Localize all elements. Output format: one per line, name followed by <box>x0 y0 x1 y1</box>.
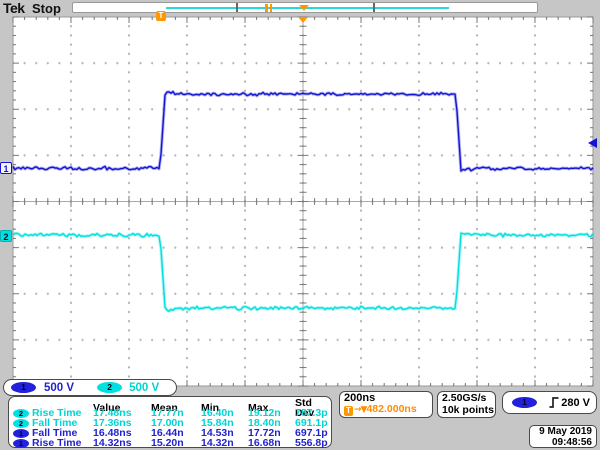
time-value: 09:48:56 <box>530 438 592 449</box>
trigger-position-icon[interactable] <box>299 5 309 11</box>
oscilloscope-screen: Tek Stop T 1 2 1 500 V 2 500 V Value Mea… <box>0 0 600 450</box>
channel1-ground-marker[interactable]: 1 <box>0 162 12 174</box>
record-view-bracket-left[interactable] <box>236 3 238 12</box>
channel2-ground-marker[interactable]: 2 <box>0 230 12 242</box>
sample-rate: 2.50GS/s <box>442 393 495 405</box>
channel2-badge: 2 <box>13 419 29 428</box>
channel2-scale: 500 V <box>129 382 159 394</box>
trigger-level-value: 280 V <box>561 397 590 409</box>
date-value: 9 May 2019 <box>530 427 592 438</box>
channel-scale-readout[interactable]: 1 500 V 2 500 V <box>3 379 177 396</box>
datetime-readout: 9 May 2019 09:48:56 <box>529 425 597 448</box>
delay-arrows-icon: →▼ <box>354 405 366 415</box>
acquisition-status: Stop <box>32 1 61 16</box>
channel1-badge[interactable]: 1 <box>11 382 36 393</box>
channel1-badge: 1 <box>13 439 29 448</box>
graticule <box>13 17 593 386</box>
channel2-badge[interactable]: 2 <box>97 382 122 393</box>
channel1-scale: 500 V <box>44 382 74 394</box>
measurement-table: Value Mean Min Max Std Dev 2Rise Time 17… <box>8 396 332 448</box>
channel2-badge: 2 <box>13 409 29 418</box>
trigger-t-icon: T <box>156 11 166 21</box>
channel1-badge: 1 <box>13 429 29 438</box>
record-view-bar[interactable] <box>72 2 538 13</box>
record-view-bracket-right[interactable] <box>373 3 375 12</box>
trigger-t-icon: T <box>344 406 353 416</box>
trigger-level-arrow-icon[interactable] <box>588 138 597 148</box>
trigger-source-badge: 1 <box>512 397 537 408</box>
expansion-marker-icon <box>265 4 273 12</box>
brand-logo: Tek <box>3 0 25 16</box>
rising-edge-icon <box>549 396 559 409</box>
trigger-position-icon <box>298 17 308 23</box>
trigger-delay-value: 482.000ns <box>366 403 416 415</box>
trigger-delay-line: T→▼482.000ns <box>344 404 432 416</box>
trigger-readout[interactable]: 1 280 V <box>502 391 597 414</box>
horizontal-readout[interactable]: 200ns T→▼482.000ns <box>339 391 433 418</box>
record-length: 10k points <box>442 405 495 417</box>
acquisition-readout[interactable]: 2.50GS/s 10k points <box>437 391 496 418</box>
measurement-row: 1Rise Time 14.32ns 15.20n 14.32n 16.68n … <box>13 438 329 448</box>
